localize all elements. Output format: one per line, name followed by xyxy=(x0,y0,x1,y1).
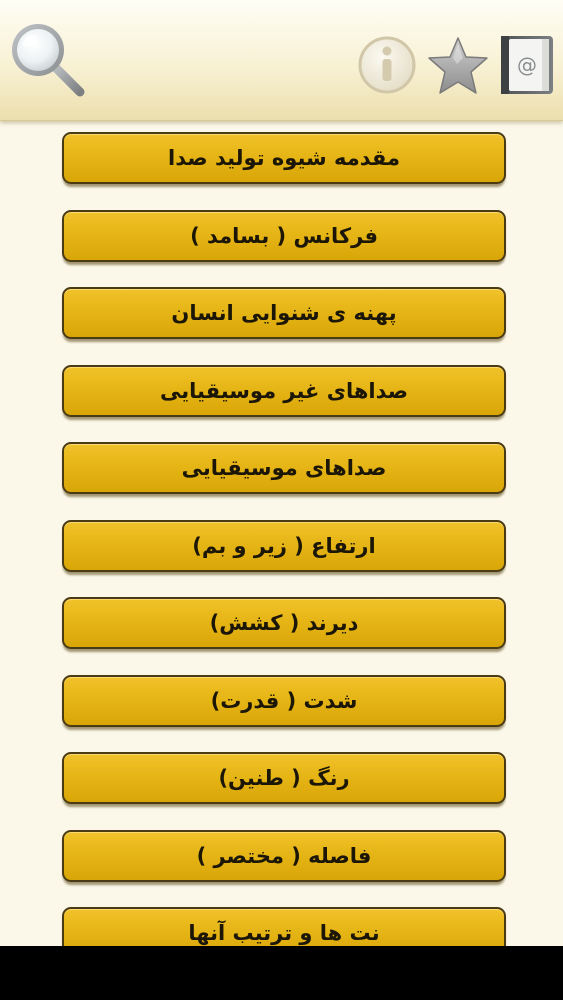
top-toolbar: @ xyxy=(0,0,563,121)
topic-button-hearing-range[interactable]: پهنه ی شنوایی انسان xyxy=(62,287,506,339)
topic-button-intro[interactable]: مقدمه شیوه تولید صدا xyxy=(62,132,506,184)
topic-label: صداهای موسیقیایی xyxy=(181,456,387,480)
topic-button-non-musical-sounds[interactable]: صداهای غیر موسیقیایی xyxy=(62,365,506,417)
contact-symbol: @ xyxy=(517,53,537,77)
topic-menu: مقدمه شیوه تولید صدا فرکانس ( بسامد ) په… xyxy=(0,132,563,946)
topic-button-intensity[interactable]: شدت ( قدرت) xyxy=(62,675,506,727)
topic-button-frequency[interactable]: فرکانس ( بسامد ) xyxy=(62,210,506,262)
search-icon[interactable] xyxy=(6,18,88,100)
topic-button-interval[interactable]: فاصله ( مختصر ) xyxy=(62,830,506,882)
topic-label: مقدمه شیوه تولید صدا xyxy=(168,146,400,170)
topic-label: فرکانس ( بسامد ) xyxy=(190,224,378,248)
topic-button-notes-order[interactable]: نت ها و ترتیب آنها xyxy=(62,907,506,946)
app-screen: @ مقدمه شیوه تولید صدا فرکانس ( بسامد ) … xyxy=(0,0,563,946)
topic-label: نت ها و ترتیب آنها xyxy=(188,921,380,945)
topic-label: دیرند ( کشش) xyxy=(209,611,359,635)
star-icon[interactable] xyxy=(426,34,490,98)
topic-button-timbre[interactable]: رنگ ( طنین) xyxy=(62,752,506,804)
topic-label: فاصله ( مختصر ) xyxy=(196,844,372,868)
address-book-icon[interactable]: @ xyxy=(498,34,556,96)
topic-button-duration[interactable]: دیرند ( کشش) xyxy=(62,597,506,649)
topic-label: پهنه ی شنوایی انسان xyxy=(171,301,397,325)
info-icon[interactable] xyxy=(356,34,418,96)
topic-label: شدت ( قدرت) xyxy=(210,689,358,713)
topic-label: رنگ ( طنین) xyxy=(218,766,350,790)
topic-label: ارتفاع ( زیر و بم) xyxy=(192,534,376,558)
topic-label: صداهای غیر موسیقیایی xyxy=(160,379,409,403)
topic-button-musical-sounds[interactable]: صداهای موسیقیایی xyxy=(62,442,506,494)
topic-button-pitch[interactable]: ارتفاع ( زیر و بم) xyxy=(62,520,506,572)
